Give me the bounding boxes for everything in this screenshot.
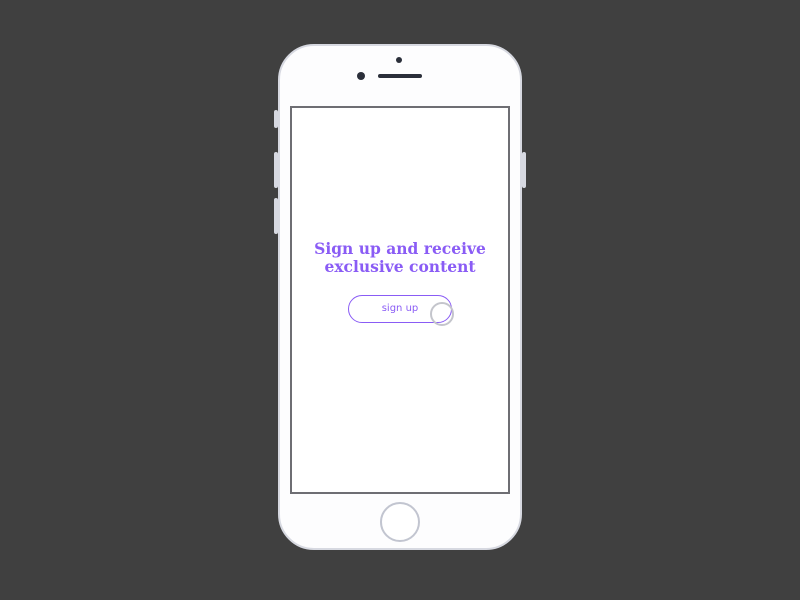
- camera-icon: [396, 57, 402, 63]
- front-sensor-icon: [357, 72, 365, 80]
- phone-screen: Sign up and receive exclusive content si…: [290, 106, 510, 494]
- home-button-icon[interactable]: [380, 502, 420, 542]
- headline: Sign up and receive exclusive content: [292, 240, 508, 276]
- headline-line-2: exclusive content: [324, 257, 476, 276]
- touch-cursor-icon: [430, 302, 454, 326]
- stage: Sign up and receive exclusive content si…: [0, 0, 800, 600]
- power-button: [522, 152, 526, 188]
- headline-line-1: Sign up and receive: [314, 239, 486, 258]
- speaker-grille: [378, 74, 422, 78]
